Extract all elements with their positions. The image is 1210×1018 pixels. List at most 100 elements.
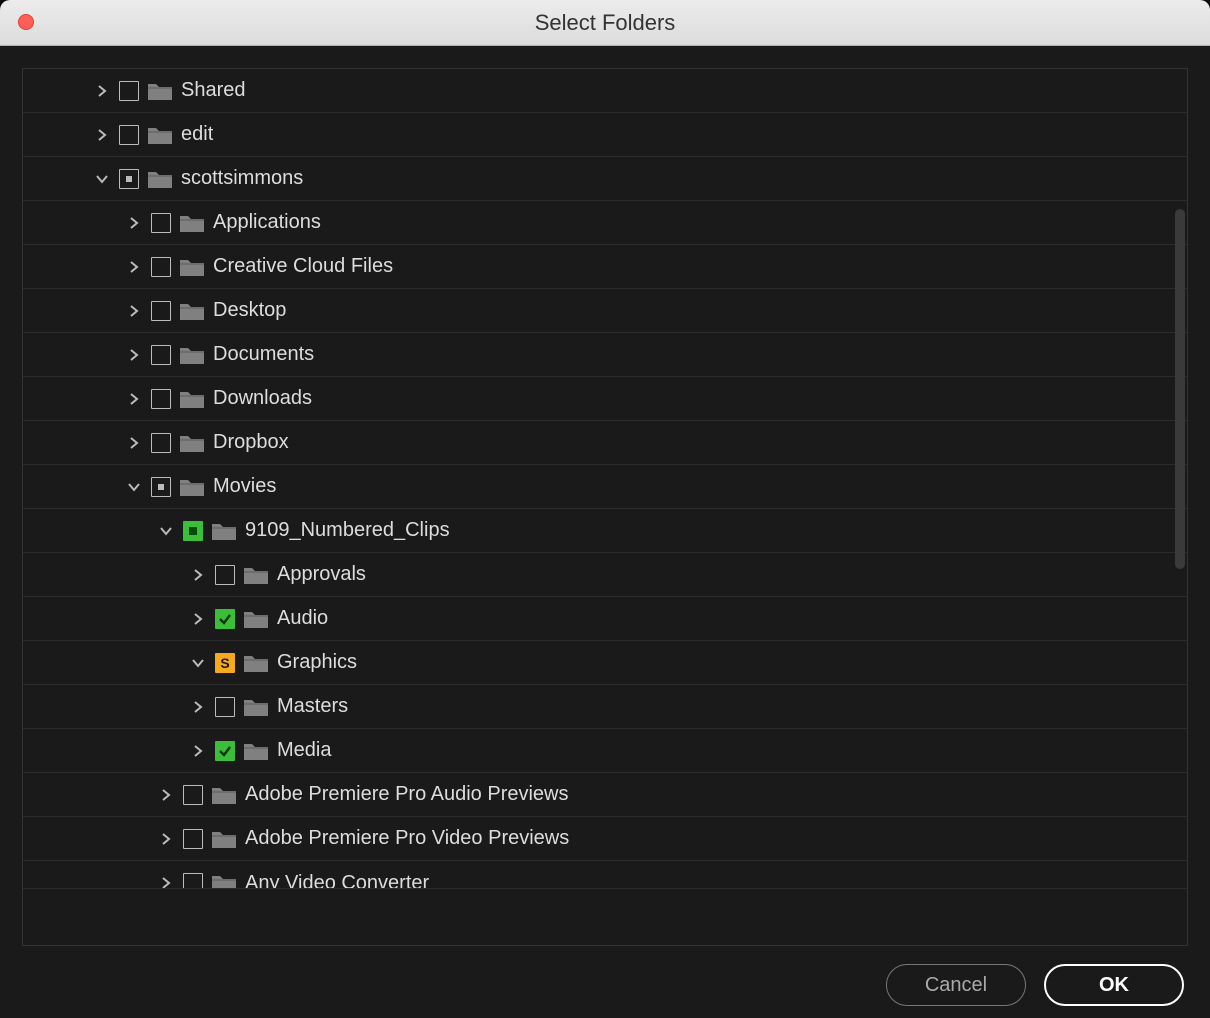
folder-label: Creative Cloud Files bbox=[213, 255, 393, 278]
folder-label: Movies bbox=[213, 475, 276, 498]
folder-icon bbox=[179, 432, 205, 454]
folder-icon bbox=[211, 784, 237, 806]
folder-icon bbox=[243, 564, 269, 586]
chevron-right-icon[interactable] bbox=[189, 566, 207, 584]
chevron-right-icon[interactable] bbox=[157, 786, 175, 804]
chevron-down-icon[interactable] bbox=[157, 522, 175, 540]
tree-row[interactable]: Dropbox bbox=[23, 421, 1187, 465]
folder-icon bbox=[147, 124, 173, 146]
tree-row[interactable]: S Graphics bbox=[23, 641, 1187, 685]
tree-row[interactable]: Adobe Premiere Pro Video Previews bbox=[23, 817, 1187, 861]
chevron-right-icon[interactable] bbox=[125, 258, 143, 276]
tree-row[interactable]: scottsimmons bbox=[23, 157, 1187, 201]
folder-checkbox[interactable] bbox=[151, 257, 171, 277]
close-window-button[interactable] bbox=[18, 14, 34, 30]
folder-checkbox[interactable] bbox=[119, 81, 139, 101]
folder-checkbox[interactable] bbox=[151, 213, 171, 233]
folder-tree[interactable]: Shared edit scottsimmons Applications Creati… bbox=[23, 69, 1187, 945]
folder-icon bbox=[211, 872, 237, 889]
folder-label: Applications bbox=[213, 211, 321, 234]
tree-row[interactable]: Downloads bbox=[23, 377, 1187, 421]
folder-icon bbox=[243, 608, 269, 630]
chevron-right-icon[interactable] bbox=[93, 82, 111, 100]
folder-icon bbox=[243, 696, 269, 718]
chevron-right-icon[interactable] bbox=[125, 346, 143, 364]
folder-icon bbox=[147, 80, 173, 102]
chevron-right-icon[interactable] bbox=[189, 610, 207, 628]
tree-row[interactable]: Masters bbox=[23, 685, 1187, 729]
tree-row[interactable]: Audio bbox=[23, 597, 1187, 641]
folder-checkbox[interactable] bbox=[151, 389, 171, 409]
chevron-down-icon[interactable] bbox=[93, 170, 111, 188]
tree-row[interactable]: Desktop bbox=[23, 289, 1187, 333]
folder-checkbox[interactable] bbox=[119, 125, 139, 145]
chevron-right-icon[interactable] bbox=[157, 874, 175, 889]
folder-label: Documents bbox=[213, 343, 314, 366]
chevron-right-icon[interactable] bbox=[157, 830, 175, 848]
folder-checkbox[interactable] bbox=[183, 873, 203, 889]
folder-label: Downloads bbox=[213, 387, 312, 410]
folder-label: Media bbox=[277, 739, 331, 762]
folder-checkbox[interactable]: S bbox=[215, 653, 235, 673]
chevron-right-icon[interactable] bbox=[125, 434, 143, 452]
folder-icon bbox=[179, 388, 205, 410]
ok-button[interactable]: OK bbox=[1044, 964, 1184, 1006]
tree-row[interactable]: Shared bbox=[23, 69, 1187, 113]
folder-label: Adobe Premiere Pro Video Previews bbox=[245, 827, 569, 850]
chevron-right-icon[interactable] bbox=[125, 390, 143, 408]
scrollbar-thumb[interactable] bbox=[1175, 209, 1185, 569]
folder-label: Shared bbox=[181, 79, 246, 102]
folder-icon bbox=[211, 520, 237, 542]
folder-label: Masters bbox=[277, 695, 348, 718]
chevron-right-icon[interactable] bbox=[189, 698, 207, 716]
folder-icon bbox=[179, 212, 205, 234]
folder-label: Approvals bbox=[277, 563, 366, 586]
chevron-right-icon[interactable] bbox=[189, 742, 207, 760]
tree-row[interactable]: Creative Cloud Files bbox=[23, 245, 1187, 289]
titlebar: Select Folders bbox=[0, 0, 1210, 46]
folder-checkbox[interactable] bbox=[151, 301, 171, 321]
folder-checkbox[interactable] bbox=[151, 433, 171, 453]
tree-row[interactable]: Approvals bbox=[23, 553, 1187, 597]
folder-label: scottsimmons bbox=[181, 167, 303, 190]
folder-checkbox[interactable] bbox=[119, 169, 139, 189]
chevron-right-icon[interactable] bbox=[93, 126, 111, 144]
tree-row[interactable]: edit bbox=[23, 113, 1187, 157]
folder-checkbox[interactable] bbox=[215, 697, 235, 717]
folder-checkbox[interactable] bbox=[215, 741, 235, 761]
folder-label: Dropbox bbox=[213, 431, 289, 454]
tree-row[interactable]: Adobe Premiere Pro Audio Previews bbox=[23, 773, 1187, 817]
folder-checkbox[interactable] bbox=[215, 609, 235, 629]
folder-icon bbox=[147, 168, 173, 190]
tree-row[interactable]: Documents bbox=[23, 333, 1187, 377]
cancel-button[interactable]: Cancel bbox=[886, 964, 1026, 1006]
folder-checkbox[interactable] bbox=[151, 345, 171, 365]
dialog-title: Select Folders bbox=[535, 10, 676, 36]
folder-label: Any Video Converter bbox=[245, 872, 429, 890]
window-controls bbox=[18, 14, 34, 30]
folder-icon bbox=[179, 476, 205, 498]
chevron-right-icon[interactable] bbox=[125, 302, 143, 320]
chevron-right-icon[interactable] bbox=[125, 214, 143, 232]
folder-checkbox[interactable] bbox=[183, 829, 203, 849]
tree-row[interactable]: Any Video Converter bbox=[23, 861, 1187, 889]
folder-label: Audio bbox=[277, 607, 328, 630]
folder-checkbox[interactable] bbox=[183, 785, 203, 805]
tree-row[interactable]: Media bbox=[23, 729, 1187, 773]
folder-tree-panel: Shared edit scottsimmons Applications Creati… bbox=[22, 68, 1188, 946]
folder-label: 9109_Numbered_Clips bbox=[245, 519, 450, 542]
folder-checkbox[interactable] bbox=[215, 565, 235, 585]
tree-row[interactable]: 9109_Numbered_Clips bbox=[23, 509, 1187, 553]
folder-label: Desktop bbox=[213, 299, 286, 322]
folder-icon bbox=[243, 740, 269, 762]
folder-label: edit bbox=[181, 123, 213, 146]
dialog-content: Shared edit scottsimmons Applications Creati… bbox=[0, 46, 1210, 1018]
tree-row[interactable]: Applications bbox=[23, 201, 1187, 245]
tree-row[interactable]: Movies bbox=[23, 465, 1187, 509]
folder-label: Graphics bbox=[277, 651, 357, 674]
folder-checkbox[interactable] bbox=[183, 521, 203, 541]
chevron-down-icon[interactable] bbox=[125, 478, 143, 496]
chevron-down-icon[interactable] bbox=[189, 654, 207, 672]
folder-icon bbox=[211, 828, 237, 850]
folder-checkbox[interactable] bbox=[151, 477, 171, 497]
